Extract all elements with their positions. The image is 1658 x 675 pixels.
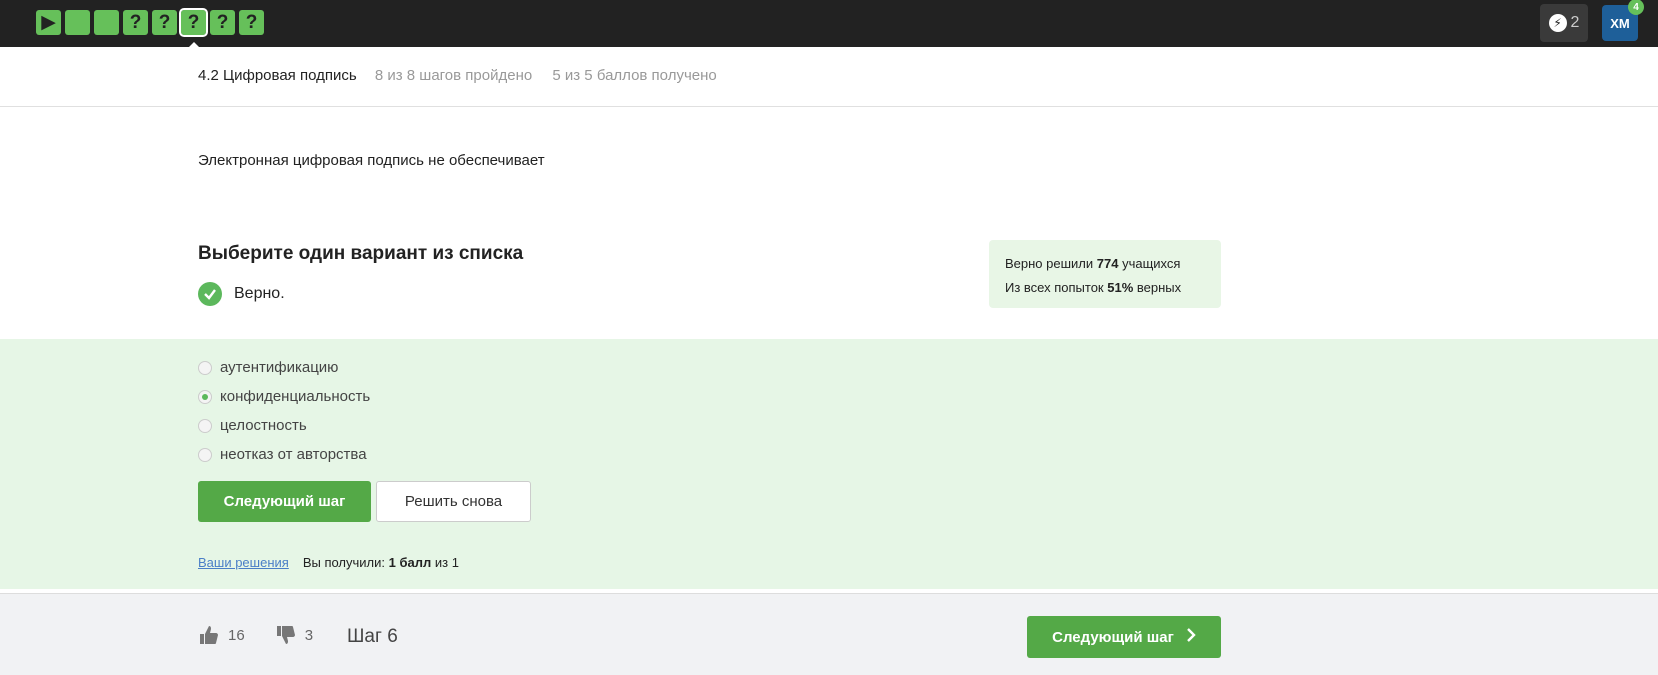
footer-next-label: Следующий шаг bbox=[1052, 628, 1174, 646]
energy-counter[interactable]: ⚡ 2 bbox=[1540, 4, 1588, 42]
stats-box: Верно решили 774 учащихся Из всех попыто… bbox=[989, 240, 1221, 308]
solved-count: 774 bbox=[1096, 256, 1119, 271]
chevron-right-icon bbox=[1186, 628, 1196, 646]
radio-button[interactable] bbox=[198, 418, 212, 433]
footer-next-step-button[interactable]: Следующий шаг bbox=[1027, 616, 1221, 658]
attempts-stat: Из всех попыток 51% верных bbox=[1005, 280, 1182, 295]
step-7-quiz[interactable]: ? bbox=[210, 10, 235, 35]
step-6-quiz-current[interactable]: ? bbox=[179, 8, 208, 49]
play-icon: ▶ bbox=[41, 12, 56, 33]
option-3[interactable]: целостность bbox=[198, 411, 370, 440]
radio-button[interactable] bbox=[198, 447, 212, 462]
energy-count: 2 bbox=[1570, 14, 1580, 31]
question-text: Электронная цифровая подпись не обеспечи… bbox=[198, 152, 545, 169]
step-navigation: ▶ ? ? ? ? ? bbox=[36, 8, 264, 49]
retry-button[interactable]: Решить снова bbox=[376, 481, 531, 522]
answers-area: аутентификацию конфиденциальность целост… bbox=[0, 339, 1658, 589]
avatar-initials: XM bbox=[1610, 15, 1630, 31]
lightning-icon: ⚡ bbox=[1548, 14, 1567, 32]
step-2[interactable] bbox=[65, 10, 90, 35]
dislikes-count: 3 bbox=[304, 626, 314, 644]
step-label: Шаг 6 bbox=[347, 626, 398, 647]
points-progress: 5 из 5 баллов получено bbox=[552, 67, 717, 84]
steps-progress: 8 из 8 шагов пройдено bbox=[374, 67, 533, 84]
step-3[interactable] bbox=[94, 10, 119, 35]
radio-button-checked[interactable] bbox=[198, 389, 212, 404]
step-8-quiz[interactable]: ? bbox=[239, 10, 264, 35]
option-2[interactable]: конфиденциальность bbox=[198, 382, 370, 411]
choose-title: Выберите один вариант из списка bbox=[198, 243, 524, 264]
lesson-title[interactable]: 4.2 Цифровая подпись bbox=[198, 67, 357, 84]
option-label: конфиденциальность bbox=[220, 388, 371, 405]
check-circle-icon bbox=[198, 282, 222, 306]
thumbs-down-icon[interactable] bbox=[275, 624, 297, 646]
option-label: аутентификацию bbox=[220, 359, 339, 376]
solutions-row: Ваши решения Вы получили: 1 балл из 1 bbox=[198, 555, 459, 570]
footer: 16 3 Шаг 6 Следующий шаг bbox=[0, 593, 1658, 675]
verdict-text: Верно. bbox=[234, 285, 285, 302]
option-4[interactable]: неотказ от авторства bbox=[198, 440, 370, 469]
your-solutions-link[interactable]: Ваши решения bbox=[198, 555, 289, 570]
attempts-percent: 51% bbox=[1107, 280, 1134, 295]
thumbs-up-icon[interactable] bbox=[198, 624, 220, 646]
lesson-header: 4.2 Цифровая подпись 8 из 8 шагов пройде… bbox=[0, 47, 1658, 107]
votes: 16 3 bbox=[198, 624, 313, 646]
solved-stat: Верно решили 774 учащихся bbox=[1005, 256, 1181, 271]
option-label: неотказ от авторства bbox=[220, 446, 367, 463]
user-avatar[interactable]: XM 4 bbox=[1602, 0, 1644, 41]
radio-button[interactable] bbox=[198, 360, 212, 375]
verdict: Верно. bbox=[198, 282, 285, 306]
option-1[interactable]: аутентификацию bbox=[198, 353, 370, 382]
likes-count: 16 bbox=[228, 626, 245, 644]
step-5-quiz[interactable]: ? bbox=[152, 10, 177, 35]
notification-badge: 4 bbox=[1628, 0, 1644, 15]
step-1-video[interactable]: ▶ bbox=[36, 10, 61, 35]
step-4-quiz[interactable]: ? bbox=[123, 10, 148, 35]
top-bar: ▶ ? ? ? ? ? ⚡ 2 XM 4 bbox=[0, 0, 1658, 49]
options-list: аутентификацию конфиденциальность целост… bbox=[198, 353, 370, 469]
option-label: целостность bbox=[220, 417, 307, 434]
points-received: Вы получили: 1 балл из 1 bbox=[302, 555, 459, 570]
next-step-button[interactable]: Следующий шаг bbox=[198, 481, 371, 522]
